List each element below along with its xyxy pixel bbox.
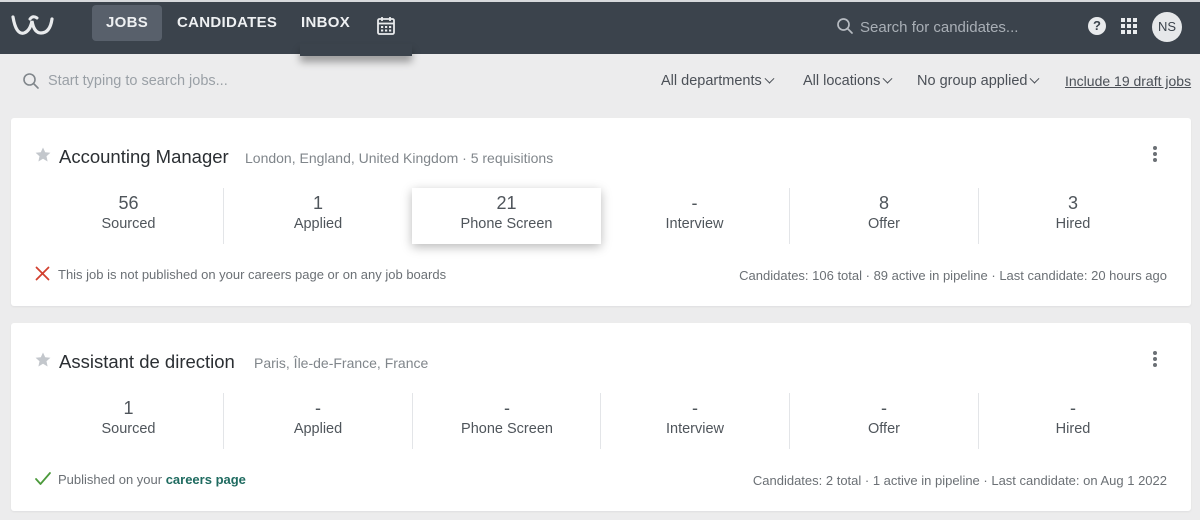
stage-label: Interview (665, 421, 725, 437)
job-filter-bar: All departments All locations No group a… (0, 54, 1200, 106)
stage-count: 56 (118, 193, 139, 213)
stage-sourced[interactable]: 56 Sourced (34, 188, 223, 244)
search-icon (23, 73, 39, 89)
stage-label: Offer (868, 216, 900, 232)
stage-label: Hired (1055, 216, 1091, 232)
stage-label: Sourced (101, 216, 156, 232)
nav-tab-jobs[interactable]: JOBS (92, 5, 163, 41)
apps-grid-icon[interactable] (1120, 17, 1138, 35)
stage-label: Phone Screen (460, 216, 553, 232)
pipeline-stages: 56 Sourced 1 Applied 21 Phone Screen - I… (34, 188, 1167, 244)
stage-interview[interactable]: - Interview (600, 188, 789, 244)
stage-count: 8 (878, 193, 889, 213)
chevron-down-icon (882, 73, 893, 84)
candidate-stats: Candidates: 106 total · 89 active in pip… (739, 268, 1167, 283)
stage-label: Applied (293, 216, 343, 232)
calendar-icon[interactable] (366, 14, 406, 40)
nav-tab-inbox[interactable]: INBOX (287, 5, 364, 41)
nav-tab-candidates[interactable]: CANDIDATES (163, 5, 291, 41)
location-filter-label: All locations (803, 73, 881, 89)
star-icon[interactable] (34, 146, 52, 164)
stage-label: Sourced (101, 421, 156, 437)
workable-logo-icon[interactable] (10, 11, 56, 39)
chevron-down-icon (1030, 73, 1040, 84)
stage-offer[interactable]: - Offer (789, 393, 978, 449)
department-filter-label: All departments (661, 73, 762, 89)
job-location-meta: Paris, Île-de-France, France (254, 355, 429, 371)
stage-phone-screen[interactable]: 21 Phone Screen (412, 188, 601, 244)
publish-status-prefix: Published on your (58, 472, 166, 487)
stage-phone-screen[interactable]: - Phone Screen (412, 393, 601, 449)
check-icon (35, 472, 51, 485)
stage-count: - (881, 398, 887, 418)
stage-count: - (691, 193, 698, 213)
include-draft-jobs-link[interactable]: Include 19 draft jobs (1065, 73, 1191, 89)
more-options-icon[interactable] (1147, 349, 1163, 371)
publish-status-text: This job is not published on your career… (58, 267, 447, 282)
stage-interview[interactable]: - Interview (600, 393, 789, 449)
user-avatar[interactable]: NS (1152, 12, 1182, 42)
stage-hired[interactable]: - Hired (978, 393, 1167, 449)
cross-icon (35, 266, 50, 281)
department-filter[interactable]: All departments (661, 73, 775, 89)
help-icon[interactable]: ? (1088, 17, 1106, 35)
stage-count: - (504, 398, 510, 418)
candidate-search[interactable] (834, 13, 1064, 41)
location-filter[interactable]: All locations (803, 73, 893, 89)
star-icon[interactable] (34, 351, 52, 369)
group-filter[interactable]: No group applied (917, 73, 1040, 89)
chevron-down-icon (764, 73, 775, 84)
stage-offer[interactable]: 8 Offer (789, 188, 978, 244)
stage-label: Interview (665, 216, 724, 232)
stage-count: - (1070, 398, 1076, 418)
stage-applied[interactable]: 1 Applied (223, 188, 412, 244)
pipeline-stages: 1 Sourced - Applied - Phone Screen - Int… (34, 393, 1167, 449)
stage-applied[interactable]: - Applied (223, 393, 412, 449)
job-title[interactable]: Accounting Manager (59, 146, 229, 168)
job-title[interactable]: Assistant de direction (59, 351, 235, 373)
stage-label: Offer (868, 421, 900, 437)
stage-count: - (315, 398, 321, 418)
stage-count: 3 (1067, 193, 1078, 213)
stage-count: 1 (123, 398, 134, 418)
stage-hired[interactable]: 3 Hired (978, 188, 1167, 244)
candidate-stats: Candidates: 2 total · 1 active in pipeli… (752, 473, 1167, 488)
candidate-search-input[interactable] (860, 15, 1060, 39)
stage-count: - (692, 398, 698, 418)
more-options-icon[interactable] (1147, 144, 1163, 166)
stage-label: Phone Screen (461, 421, 553, 437)
stage-label: Hired (1055, 421, 1091, 437)
search-icon (837, 18, 853, 34)
job-search[interactable] (22, 68, 322, 94)
top-navigation: JOBS CANDIDATES INBOX ? NS (0, 0, 1200, 56)
stage-count: 21 (496, 193, 517, 213)
job-location-meta: London, England, United Kingdom · 5 requ… (245, 150, 554, 166)
careers-page-link[interactable]: careers page (166, 472, 246, 487)
group-filter-label: No group applied (917, 73, 1028, 89)
stage-label: Applied (293, 421, 343, 437)
job-card: Assistant de direction Paris, Île-de-Fra… (11, 323, 1191, 511)
publish-status-text: Published on your careers page (58, 472, 246, 487)
stage-sourced[interactable]: 1 Sourced (34, 393, 223, 449)
job-card: Accounting Manager London, England, Unit… (11, 118, 1191, 306)
stage-count: 1 (312, 193, 323, 213)
job-search-input[interactable] (48, 69, 318, 93)
